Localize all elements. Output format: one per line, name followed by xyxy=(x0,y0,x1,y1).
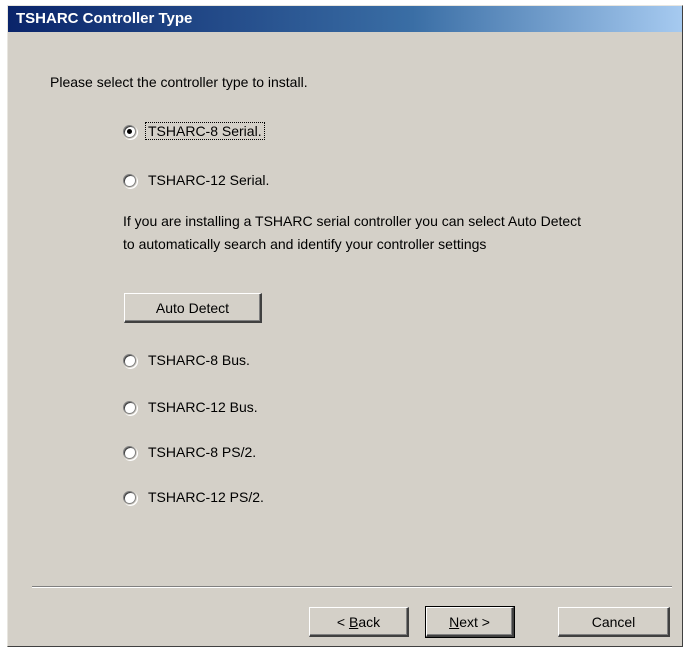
controller-type-dialog: TSHARC Controller Type Please select the… xyxy=(7,5,683,647)
radio-button[interactable] xyxy=(123,173,136,187)
option-tsharc-12-ps2[interactable]: TSHARC-12 PS/2. xyxy=(123,486,266,508)
radio-button[interactable] xyxy=(123,490,136,504)
back-button[interactable]: < Back xyxy=(309,607,409,637)
option-tsharc-12-bus[interactable]: TSHARC-12 Bus. xyxy=(123,396,260,418)
next-rest: ext > xyxy=(459,613,490,630)
option-label: TSHARC-8 Bus. xyxy=(148,352,250,368)
radio-button[interactable] xyxy=(123,400,136,414)
option-label: TSHARC-8 PS/2. xyxy=(148,444,257,460)
option-label: TSHARC-12 Serial. xyxy=(148,172,270,188)
option-label: TSHARC-12 Bus. xyxy=(148,399,258,415)
next-button[interactable]: Next > xyxy=(425,606,515,638)
back-rest: ack xyxy=(358,613,381,630)
option-tsharc-8-ps2[interactable]: TSHARC-8 PS/2. xyxy=(123,441,258,463)
back-prefix: < xyxy=(336,613,349,630)
option-tsharc-8-serial[interactable]: TSHARC-8 Serial. xyxy=(123,120,265,142)
option-tsharc-8-bus[interactable]: TSHARC-8 Bus. xyxy=(123,349,252,371)
radio-button[interactable] xyxy=(123,124,136,138)
button-separator xyxy=(32,586,672,588)
radio-button[interactable] xyxy=(123,445,136,459)
option-label: TSHARC-12 PS/2. xyxy=(148,489,264,505)
instruction-text: Please select the controller type to ins… xyxy=(50,74,308,90)
title-bar[interactable]: TSHARC Controller Type xyxy=(8,6,682,32)
option-label: TSHARC-8 Serial. xyxy=(145,122,265,140)
auto-detect-info-text: If you are installing a TSHARC serial co… xyxy=(123,213,582,252)
auto-detect-button[interactable]: Auto Detect xyxy=(124,293,262,323)
window-title: TSHARC Controller Type xyxy=(16,10,193,27)
next-mnemonic: N xyxy=(449,613,460,630)
back-mnemonic: B xyxy=(348,613,359,630)
radio-button[interactable] xyxy=(123,353,136,367)
cancel-button[interactable]: Cancel xyxy=(558,607,670,637)
option-tsharc-12-serial[interactable]: TSHARC-12 Serial. xyxy=(123,169,271,191)
